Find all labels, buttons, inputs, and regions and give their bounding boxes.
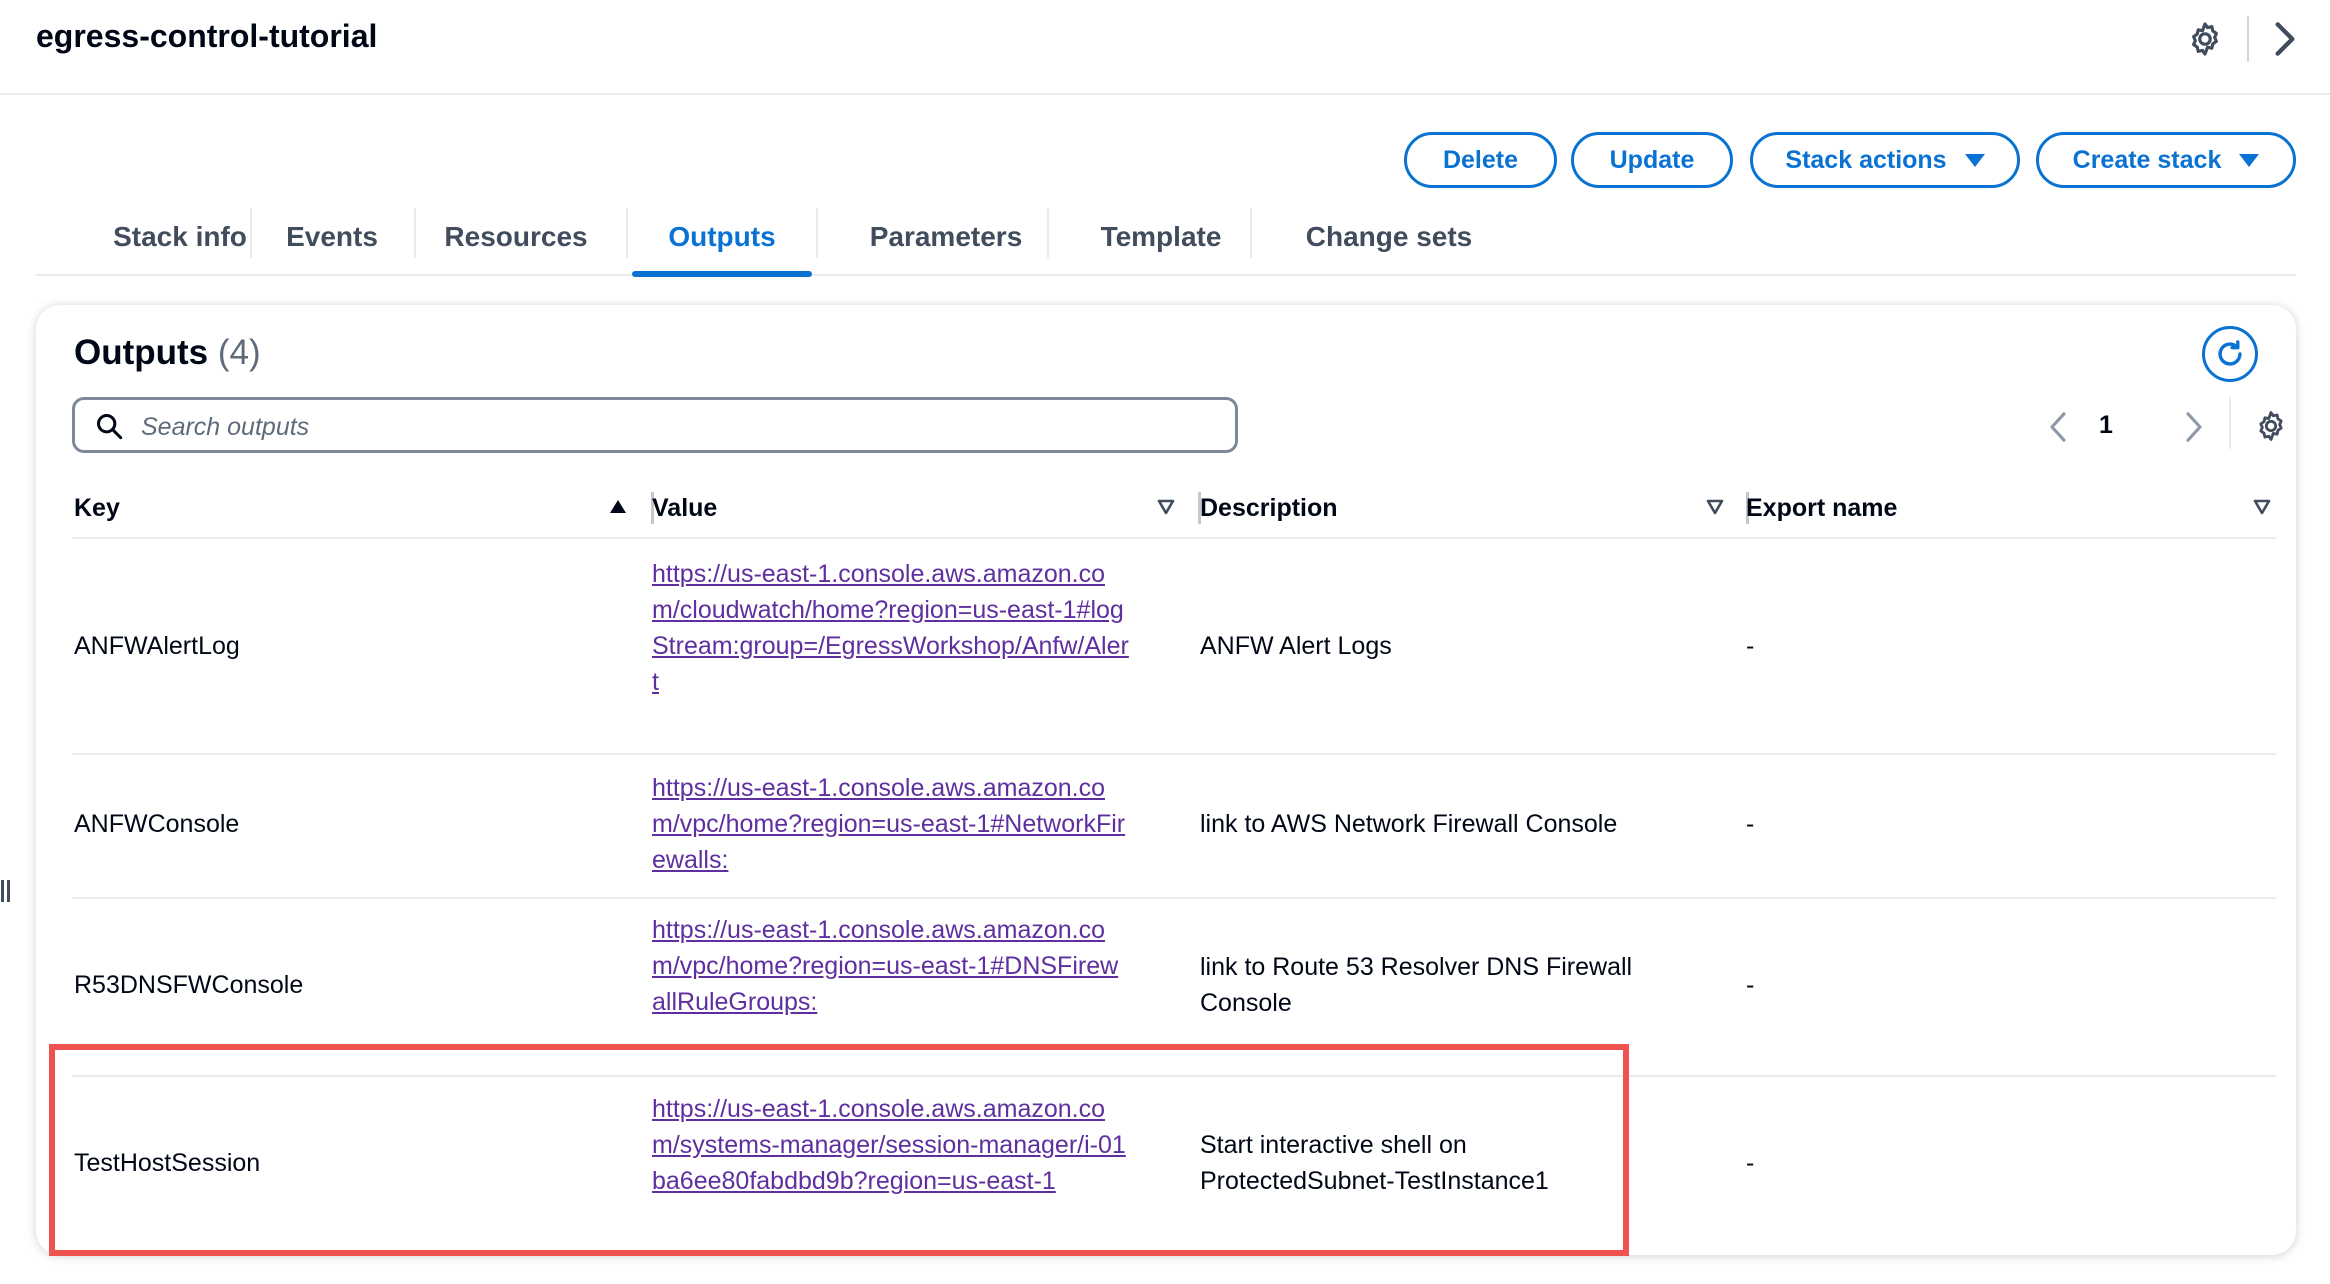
tab-outputs[interactable]: Outputs xyxy=(632,200,812,277)
output-export-name: - xyxy=(1746,1149,1755,1177)
output-key: ANFWConsole xyxy=(74,810,240,838)
column-header-value[interactable]: Value xyxy=(652,480,717,537)
column-header-key[interactable]: Key xyxy=(74,480,120,537)
chevron-right-icon[interactable] xyxy=(2182,409,2206,445)
output-export-name: - xyxy=(1746,632,1755,660)
stack-actions-label: Stack actions xyxy=(1785,145,1947,174)
stack-actions-button[interactable]: Stack actions xyxy=(1750,132,2020,188)
column-header-value-label: Value xyxy=(652,494,718,522)
column-header-description-label: Description xyxy=(1200,494,1338,522)
update-button[interactable]: Update xyxy=(1571,132,1733,188)
create-stack-button[interactable]: Create stack xyxy=(2036,132,2296,188)
delete-button-label: Delete xyxy=(1442,145,1519,174)
tab-divider xyxy=(626,208,628,258)
output-description: link to Route 53 Resolver DNS Firewall C… xyxy=(1200,953,1633,1017)
top-bar: egress-control-tutorial xyxy=(0,0,2330,95)
tab-resources[interactable]: Resources xyxy=(436,200,596,274)
output-export-name: - xyxy=(1746,971,1755,999)
table-row: ANFWConsole https://us-east-1.console.aw… xyxy=(72,755,2276,899)
refresh-button[interactable] xyxy=(2202,326,2258,382)
output-description: ANFW Alert Logs xyxy=(1200,632,1392,660)
output-value-link[interactable]: https://us-east-1.console.aws.amazon.com… xyxy=(652,560,1129,696)
search-input[interactable] xyxy=(139,408,1223,446)
chevron-left-icon[interactable] xyxy=(2046,409,2070,445)
sort-ascending-icon[interactable] xyxy=(608,497,628,517)
sort-icon[interactable] xyxy=(1705,497,1725,517)
panel-title: Outputs (4) xyxy=(74,333,261,373)
output-value-link[interactable]: https://us-east-1.console.aws.amazon.com… xyxy=(652,916,1118,1016)
output-value: https://us-east-1.console.aws.amazon.com… xyxy=(652,770,1132,878)
column-header-export-name[interactable]: Export name xyxy=(1746,480,1897,537)
update-button-label: Update xyxy=(1609,145,1695,174)
tab-divider xyxy=(1047,208,1049,258)
page-number[interactable]: 1 xyxy=(2099,411,2113,440)
search-box[interactable] xyxy=(72,397,1238,453)
caret-down-icon xyxy=(2239,153,2260,167)
tab-stack-info[interactable]: Stack info xyxy=(74,200,286,274)
output-export-name: - xyxy=(1746,810,1755,838)
refresh-icon xyxy=(2218,340,2242,366)
output-value: https://us-east-1.console.aws.amazon.com… xyxy=(652,556,1132,700)
output-value: https://us-east-1.console.aws.amazon.com… xyxy=(652,912,1132,1020)
gear-icon[interactable] xyxy=(2186,20,2224,58)
delete-button[interactable]: Delete xyxy=(1404,132,1557,188)
tab-change-sets[interactable]: Change sets xyxy=(1284,200,1494,274)
column-header-export-name-label: Export name xyxy=(1746,494,1898,522)
tab-template[interactable]: Template xyxy=(1076,200,1246,274)
outputs-count: (4) xyxy=(217,333,261,372)
tab-divider xyxy=(1250,208,1252,258)
table-row: ANFWAlertLog https://us-east-1.console.a… xyxy=(72,539,2276,755)
table-header: Key Value Description Export name xyxy=(72,480,2276,539)
tab-events[interactable]: Events xyxy=(276,200,388,274)
tab-divider xyxy=(414,208,416,258)
pagination-divider xyxy=(2229,397,2231,449)
panel-title-text: Outputs xyxy=(74,333,209,372)
create-stack-label: Create stack xyxy=(2072,145,2222,174)
highlight-box xyxy=(49,1044,1629,1256)
tab-parameters[interactable]: Parameters xyxy=(846,200,1046,274)
output-key: R53DNSFWConsole xyxy=(74,971,304,999)
tab-bar: Stack info Events Resources Outputs Para… xyxy=(36,200,2296,277)
header-divider xyxy=(2247,16,2249,62)
sort-icon[interactable] xyxy=(1156,497,1176,517)
chevron-right-icon[interactable] xyxy=(2270,20,2300,58)
output-description: link to AWS Network Firewall Console xyxy=(1200,810,1618,838)
caret-down-icon xyxy=(1964,153,1985,167)
sort-icon[interactable] xyxy=(2252,497,2272,517)
panel-resize-handle[interactable] xyxy=(0,878,12,904)
tab-divider xyxy=(816,208,818,258)
output-value-link[interactable]: https://us-east-1.console.aws.amazon.com… xyxy=(652,774,1125,874)
stack-name: egress-control-tutorial xyxy=(36,18,378,54)
column-header-description[interactable]: Description xyxy=(1200,480,1338,537)
gear-icon[interactable] xyxy=(2254,409,2288,443)
output-key: ANFWAlertLog xyxy=(74,632,240,660)
search-icon xyxy=(96,413,123,440)
tab-divider xyxy=(250,208,252,258)
